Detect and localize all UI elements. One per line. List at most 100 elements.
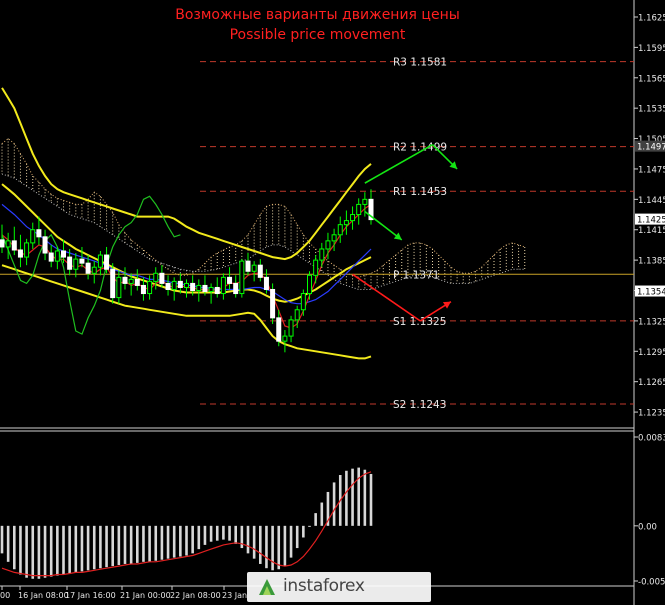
candle-body <box>184 282 189 288</box>
macd-bar <box>49 525 53 577</box>
level-label-r3: R3 1.1581 <box>393 57 447 69</box>
candle-body <box>97 254 103 268</box>
macd-bar <box>105 525 108 568</box>
candle-body <box>245 260 251 272</box>
candle-body <box>17 249 23 258</box>
candle-body <box>0 239 5 248</box>
candle-body <box>116 276 122 299</box>
price-tick-label: 1.1235 <box>638 409 665 419</box>
candle-body <box>350 214 356 222</box>
macd-bar <box>179 525 182 557</box>
macd-bar <box>345 470 348 526</box>
candle-body <box>294 309 300 321</box>
macd-bar <box>191 525 194 554</box>
macd-bar <box>246 525 250 554</box>
macd-bar <box>160 525 164 560</box>
candle-body <box>362 198 368 205</box>
macd-bar <box>99 525 102 569</box>
macd-bar <box>62 525 65 575</box>
level-label-r1: R1 1.1453 <box>393 186 447 198</box>
candle-body <box>177 280 183 288</box>
macd-bar <box>369 473 373 526</box>
candle-body <box>5 240 11 248</box>
candle-body <box>282 335 288 342</box>
macd-bar <box>271 525 274 571</box>
candle-body <box>227 276 233 284</box>
candle-body <box>140 284 146 295</box>
price-chart: R3 1.1581R2 1.1499R1 1.1453P 1.1371S1 1.… <box>0 0 665 605</box>
level-label-p: P 1.1371 <box>393 269 439 281</box>
macd-bar <box>92 525 96 570</box>
time-tick-label: 16 Jan 08:00 <box>18 591 69 600</box>
price-badge-label: 1.1354 <box>637 288 665 298</box>
candle-body <box>251 264 257 272</box>
macd-bar <box>74 525 78 573</box>
macd-bar <box>295 525 299 549</box>
macd-bar <box>129 525 133 564</box>
macd-bar <box>31 525 35 579</box>
macd-tick-label: 0.00839 <box>638 434 665 444</box>
candle-body <box>257 264 263 278</box>
candle-body <box>128 278 134 284</box>
price-tick-label: 1.1265 <box>638 378 665 388</box>
macd-bar <box>136 525 139 563</box>
candle-body <box>48 252 54 262</box>
candle-body <box>11 240 17 251</box>
price-tick-label: 1.1445 <box>638 196 665 206</box>
candle-body <box>165 282 171 290</box>
candle-body <box>42 236 48 254</box>
time-tick-label: 22 Jan 08:00 <box>170 591 221 600</box>
level-label-s2: S2 1.1243 <box>393 399 446 411</box>
candle-body <box>61 250 66 258</box>
macd-bar <box>6 525 10 562</box>
macd-bar <box>228 525 231 541</box>
macd-bar <box>197 525 201 550</box>
price-tick-label: 1.1325 <box>638 317 665 327</box>
instaforex-logo-icon <box>259 579 275 595</box>
macd-bar <box>123 525 127 564</box>
macd-bar <box>148 525 151 562</box>
candle-body <box>104 254 110 270</box>
macd-bar <box>252 525 256 559</box>
time-tick-label: 00 <box>0 591 10 600</box>
price-tick-label: 1.1565 <box>638 74 665 84</box>
macd-bar <box>234 525 237 544</box>
chart-subtitle: Possible price movement <box>229 27 406 43</box>
price-badge-label: 1.1425 <box>637 216 665 226</box>
candle-body <box>30 229 36 244</box>
candle-body <box>325 240 331 250</box>
macd-bar <box>154 525 158 561</box>
macd-bar <box>142 525 145 562</box>
time-tick-label: 17 Jan 16:00 <box>65 591 116 600</box>
price-badge-label: 1.1497 <box>637 143 665 153</box>
level-label-s1: S1 1.1325 <box>393 316 446 328</box>
candle-body <box>85 262 91 274</box>
candle-body <box>239 260 245 295</box>
candle-body <box>171 280 177 290</box>
candle-body <box>343 220 349 226</box>
price-tick-label: 1.1415 <box>638 226 665 236</box>
macd-bar <box>37 525 41 579</box>
candle-body <box>79 258 85 264</box>
macd-bar <box>13 525 16 570</box>
macd-bar <box>351 468 354 526</box>
candle-body <box>24 242 30 258</box>
instaforex-logo: instaforex <box>247 572 431 602</box>
candle-body <box>331 234 337 242</box>
time-tick-label: 21 Jan 00:00 <box>120 591 171 600</box>
macd-bar <box>117 525 121 566</box>
macd-bar <box>209 525 213 542</box>
candle-body <box>147 280 153 295</box>
candle-body <box>220 276 226 295</box>
candle-body <box>233 282 239 295</box>
candle-body <box>356 203 362 216</box>
candle-body <box>270 288 276 319</box>
macd-bar <box>25 525 28 578</box>
macd-bar <box>265 525 268 569</box>
macd-bar <box>166 525 170 559</box>
macd-bar <box>289 525 293 558</box>
macd-bar <box>277 525 281 570</box>
candle-body <box>159 272 165 284</box>
macd-bar <box>222 525 225 540</box>
candle-body <box>190 282 196 292</box>
